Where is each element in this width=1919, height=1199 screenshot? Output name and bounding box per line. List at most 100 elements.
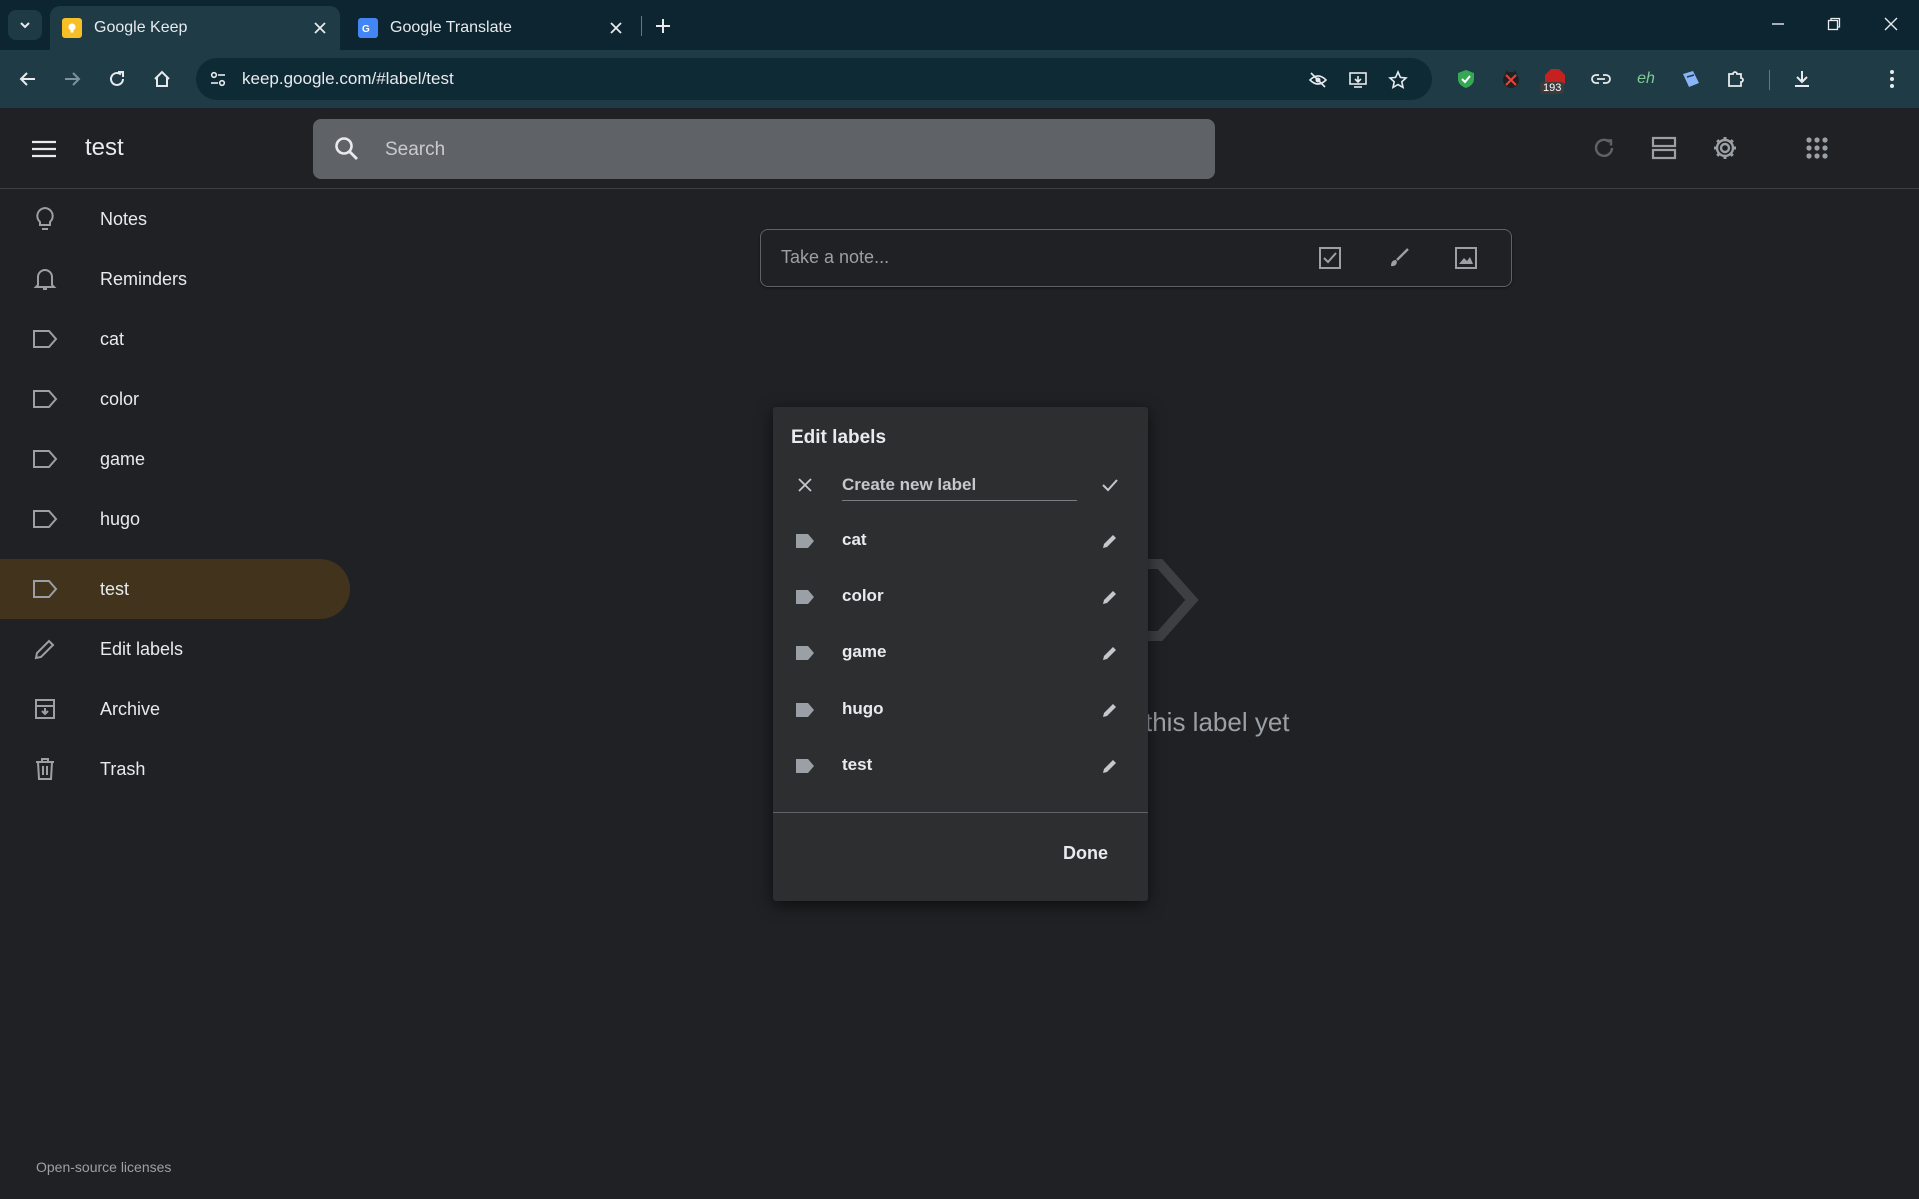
image-icon[interactable]: [1452, 244, 1480, 272]
sidebar-item-label: Edit labels: [100, 638, 184, 659]
sidebar-item-label: hugo: [100, 508, 141, 529]
hamburger-icon: [32, 140, 56, 158]
apps-button[interactable]: [1797, 128, 1837, 168]
sidebar-item-edit-labels[interactable]: Edit labels: [0, 619, 350, 679]
svg-text:G: G: [362, 24, 370, 34]
eh-extension-icon[interactable]: eh: [1630, 63, 1662, 95]
search-bar[interactable]: [313, 119, 1215, 179]
settings-button[interactable]: [1705, 128, 1745, 168]
pencil-icon[interactable]: [1098, 585, 1122, 609]
back-button[interactable]: [12, 63, 44, 95]
reload-button[interactable]: [101, 63, 133, 95]
checkbox-icon[interactable]: [1316, 244, 1344, 272]
take-note-bar[interactable]: Take a note...: [760, 229, 1512, 287]
tab-search-button[interactable]: [8, 10, 42, 40]
sidebar-item-cat[interactable]: cat: [0, 309, 350, 369]
label-name[interactable]: test: [842, 755, 872, 775]
brush-icon[interactable]: [1385, 244, 1413, 272]
label-icon: [30, 444, 60, 474]
minimize-button[interactable]: [1758, 8, 1798, 40]
label-name[interactable]: cat: [842, 530, 867, 550]
sidebar-item-trash[interactable]: Trash: [0, 739, 350, 799]
sidebar-item-game[interactable]: game: [0, 429, 350, 489]
close-window-button[interactable]: [1871, 8, 1911, 40]
take-note-placeholder[interactable]: Take a note...: [781, 247, 889, 268]
chevron-down-icon: [20, 22, 30, 29]
address-bar[interactable]: keep.google.com/#label/test: [196, 58, 1432, 100]
label-name[interactable]: color: [842, 586, 884, 606]
sidebar-item-notes[interactable]: Notes: [0, 189, 350, 249]
pencil-icon[interactable]: [1098, 529, 1122, 553]
label-name[interactable]: game: [842, 642, 886, 662]
arrow-left-icon: [19, 72, 35, 86]
pencil-icon[interactable]: [1098, 698, 1122, 722]
star-icon[interactable]: [1385, 67, 1411, 93]
eye-off-icon[interactable]: [1305, 67, 1331, 93]
sidebar-item-reminders[interactable]: Reminders: [0, 249, 350, 309]
label-name[interactable]: hugo: [842, 699, 884, 719]
install-app-icon[interactable]: [1345, 67, 1371, 93]
close-tab-icon[interactable]: [604, 16, 628, 40]
archive-icon: [30, 694, 60, 724]
label-filled-icon[interactable]: [793, 585, 817, 609]
apps-grid-icon: [1806, 137, 1828, 159]
plus-icon: [656, 19, 670, 33]
check-icon[interactable]: [1098, 473, 1122, 497]
forward-button[interactable]: [56, 63, 88, 95]
sidebar-item-test[interactable]: test: [0, 559, 350, 619]
new-label-row: [773, 460, 1148, 510]
tab-strip: Google Keep G Google Translate: [0, 0, 1919, 50]
tab-title: Google Translate: [390, 19, 512, 36]
label-icon: [30, 574, 60, 604]
new-tab-button[interactable]: [649, 12, 677, 40]
sidebar-item-label: Reminders: [100, 268, 188, 289]
sidebar-item-color[interactable]: color: [0, 369, 350, 429]
search-input[interactable]: [383, 133, 1187, 167]
label-filled-icon[interactable]: [793, 754, 817, 778]
label-filled-icon[interactable]: [793, 529, 817, 553]
close-tab-icon[interactable]: [308, 16, 332, 40]
list-view-button[interactable]: [1644, 128, 1684, 168]
home-button[interactable]: [146, 63, 178, 95]
restore-icon: [1827, 17, 1841, 31]
pencil-icon[interactable]: [1098, 754, 1122, 778]
label-filled-icon[interactable]: [793, 698, 817, 722]
new-label-input[interactable]: [842, 470, 1077, 501]
sidebar-item-label: color: [100, 388, 140, 409]
pencil-icon: [30, 634, 60, 664]
label-filled-icon[interactable]: [793, 641, 817, 665]
url-text[interactable]: keep.google.com/#label/test: [242, 69, 454, 89]
sidebar-item-label: Notes: [100, 208, 148, 229]
sidebar-item-label: game: [100, 448, 146, 469]
link-extension-icon[interactable]: [1585, 63, 1617, 95]
list-view-icon: [1651, 136, 1677, 160]
search-icon[interactable]: [333, 135, 361, 163]
translate-extension-icon[interactable]: [1675, 63, 1707, 95]
puzzle-extensions-icon[interactable]: [1720, 63, 1752, 95]
restore-button[interactable]: [1814, 8, 1854, 40]
shield-extension-icon[interactable]: [1450, 63, 1482, 95]
tab-google-keep[interactable]: Google Keep: [50, 6, 340, 50]
main-menu-button[interactable]: [22, 132, 66, 166]
open-source-licenses-link[interactable]: Open-source licenses: [36, 1159, 171, 1175]
done-button[interactable]: Done: [1053, 837, 1118, 870]
refresh-icon: [1594, 138, 1614, 157]
cancel-new-label-icon[interactable]: [793, 473, 817, 497]
page-title: test: [85, 134, 124, 161]
sidebar-item-archive[interactable]: Archive: [0, 679, 350, 739]
pencil-icon[interactable]: [1098, 641, 1122, 665]
tune-icon: [210, 71, 226, 87]
download-icon[interactable]: [1786, 63, 1818, 95]
sidebar-item-hugo[interactable]: hugo: [0, 489, 350, 549]
close-icon: [1884, 17, 1898, 31]
toolbar-separator: [1769, 70, 1770, 90]
cat-extension-icon[interactable]: [1495, 63, 1527, 95]
tab-title: Google Keep: [94, 19, 188, 36]
refresh-button[interactable]: [1584, 128, 1624, 168]
sidebar-item-label: cat: [100, 328, 125, 349]
label-row: game: [773, 628, 1148, 678]
kebab-menu-icon[interactable]: [1876, 63, 1908, 95]
site-info-button[interactable]: [204, 65, 232, 93]
tab-google-translate[interactable]: G Google Translate: [346, 6, 636, 50]
lightbulb-icon: [30, 204, 60, 234]
